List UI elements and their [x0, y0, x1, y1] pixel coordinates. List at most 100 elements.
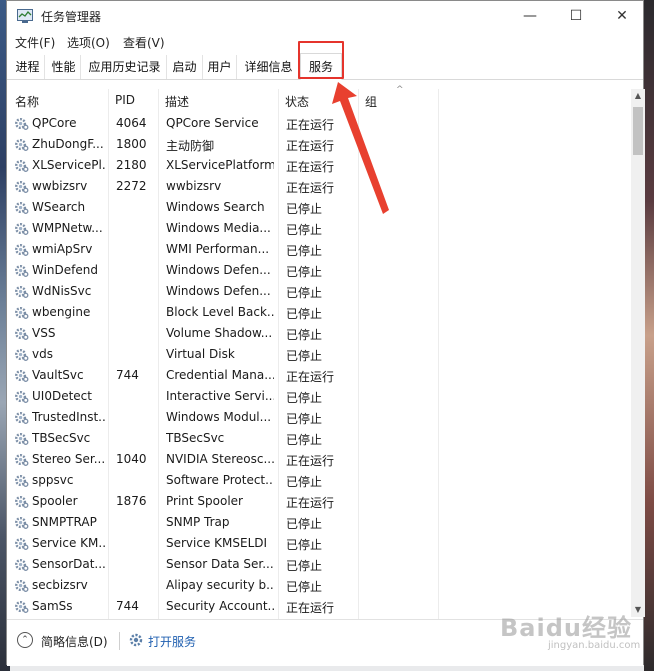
- service-description: Block Level Back...: [166, 305, 274, 319]
- scroll-down-icon[interactable]: ▼: [631, 603, 645, 617]
- service-name: UI0Detect: [32, 389, 92, 403]
- service-description: Security Account...: [166, 599, 274, 613]
- service-description: NVIDIA Stereosc...: [166, 452, 274, 466]
- service-description: WMI Performan...: [166, 242, 270, 256]
- tab-details[interactable]: 详细信息: [239, 55, 299, 79]
- service-gear-icon: [15, 180, 29, 193]
- service-gear-icon: [15, 558, 29, 571]
- service-row[interactable]: VaultSvc 744 Credential Mana... 正在运行: [7, 365, 631, 386]
- service-name: TBSecSvc: [32, 431, 91, 445]
- service-description: Credential Mana...: [166, 368, 274, 382]
- service-row[interactable]: SensorDat... Sensor Data Ser... 已停止: [7, 554, 631, 575]
- service-name: Service KM...: [32, 536, 106, 550]
- service-description: Sensor Data Ser...: [166, 557, 274, 571]
- service-status: 已停止: [286, 202, 323, 216]
- service-name: WMPNetw...: [32, 221, 103, 235]
- service-row[interactable]: VSS Volume Shadow... 已停止: [7, 323, 631, 344]
- service-row[interactable]: QPCore 4064 QPCore Service 正在运行: [7, 113, 631, 134]
- service-status: 已停止: [286, 223, 323, 237]
- service-name: WdNisSvc: [32, 284, 92, 298]
- scroll-up-icon[interactable]: ▲: [631, 89, 645, 103]
- service-row[interactable]: Stereo Ser... 1040 NVIDIA Stereosc... 正在运行: [7, 449, 631, 470]
- service-row[interactable]: WinDefend Windows Defen... 已停止: [7, 260, 631, 281]
- service-status: 已停止: [286, 580, 323, 594]
- tab-startup[interactable]: 启动: [167, 55, 203, 79]
- service-description: wwbizsrv: [166, 179, 222, 193]
- service-description: Print Spooler: [166, 494, 243, 508]
- service-description: XLServicePlatform: [166, 158, 274, 172]
- service-status: 已停止: [286, 475, 323, 489]
- service-description: Windows Media...: [166, 221, 271, 235]
- service-row[interactable]: vds Virtual Disk 已停止: [7, 344, 631, 365]
- tab-users[interactable]: 用户: [203, 55, 237, 79]
- service-row[interactable]: Spooler 1876 Print Spooler 正在运行: [7, 491, 631, 512]
- close-button[interactable]: ✕: [599, 1, 645, 31]
- vertical-scrollbar[interactable]: ▲ ▼: [631, 89, 645, 617]
- tab-processes[interactable]: 进程: [11, 55, 45, 79]
- service-row[interactable]: TrustedInst... Windows Modul... 已停止: [7, 407, 631, 428]
- service-row[interactable]: wmiApSrv WMI Performan... 已停止: [7, 239, 631, 260]
- column-pid[interactable]: PID: [115, 93, 135, 107]
- service-name: secbizsrv: [32, 578, 88, 592]
- service-row[interactable]: UI0Detect Interactive Servi... 已停止: [7, 386, 631, 407]
- service-row[interactable]: secbizsrv Alipay security b... 已停止: [7, 575, 631, 596]
- service-pid: 744: [116, 599, 139, 613]
- footer-divider: [119, 632, 120, 650]
- menu-options[interactable]: 选项(O): [67, 34, 110, 51]
- service-gear-icon: [15, 201, 29, 214]
- service-row[interactable]: WdNisSvc Windows Defen... 已停止: [7, 281, 631, 302]
- service-row[interactable]: ZhuDongF... 1800 主动防御 正在运行: [7, 134, 631, 155]
- maximize-button[interactable]: ☐: [553, 1, 599, 31]
- service-pid: 1800: [116, 137, 147, 151]
- service-row[interactable]: XLServicePl... 2180 XLServicePlatform 正在运行: [7, 155, 631, 176]
- service-name: TrustedInst...: [32, 410, 106, 424]
- baidu-watermark: Baidu经验: [500, 614, 632, 642]
- service-gear-icon: [15, 390, 29, 403]
- service-status: 已停止: [286, 265, 323, 279]
- service-row[interactable]: TBSecSvc TBSecSvc 已停止: [7, 428, 631, 449]
- tab-app-history[interactable]: 应用历史记录: [83, 55, 167, 79]
- service-status: 正在运行: [286, 454, 335, 468]
- service-row[interactable]: Service KM... Service KMSELDI 已停止: [7, 533, 631, 554]
- service-description: Software Protect...: [166, 473, 274, 487]
- minimize-button[interactable]: —: [507, 1, 553, 31]
- open-services-link[interactable]: 打开服务: [148, 633, 196, 650]
- window-title: 任务管理器: [41, 10, 102, 24]
- service-pid: 1876: [116, 494, 147, 508]
- service-pid: 744: [116, 368, 139, 382]
- service-description: Windows Search: [166, 200, 265, 214]
- column-group[interactable]: 组: [365, 93, 377, 110]
- service-gear-icon: [15, 327, 29, 340]
- service-description: Alipay security b...: [166, 578, 274, 592]
- service-row[interactable]: WMPNetw... Windows Media... 已停止: [7, 218, 631, 239]
- column-name[interactable]: 名称: [15, 93, 39, 110]
- service-name: wmiApSrv: [32, 242, 93, 256]
- service-status: 正在运行: [286, 601, 335, 615]
- menu-view[interactable]: 查看(V): [123, 34, 165, 51]
- sort-up-icon: ^: [396, 85, 404, 95]
- fewer-details-link[interactable]: 简略信息(D): [41, 633, 108, 650]
- service-name: vds: [32, 347, 53, 361]
- service-gear-icon: [15, 411, 29, 424]
- service-gear-icon: [15, 222, 29, 235]
- service-status: 已停止: [286, 349, 323, 363]
- services-gear-icon[interactable]: [128, 632, 144, 648]
- service-row[interactable]: wwbizsrv 2272 wwbizsrv 正在运行: [7, 176, 631, 197]
- service-row[interactable]: WSearch Windows Search 已停止: [7, 197, 631, 218]
- service-gear-icon: [15, 369, 29, 382]
- service-name: sppsvc: [32, 473, 74, 487]
- service-row[interactable]: wbengine Block Level Back... 已停止: [7, 302, 631, 323]
- service-row[interactable]: SNMPTRAP SNMP Trap 已停止: [7, 512, 631, 533]
- service-status: 正在运行: [286, 118, 335, 132]
- column-description[interactable]: 描述: [165, 93, 189, 110]
- service-row[interactable]: sppsvc Software Protect... 已停止: [7, 470, 631, 491]
- tab-performance[interactable]: 性能: [47, 55, 81, 79]
- service-status: 已停止: [286, 538, 323, 552]
- chevron-up-circle-icon[interactable]: ⌃: [17, 632, 33, 648]
- service-description: Virtual Disk: [166, 347, 235, 361]
- scrollbar-thumb[interactable]: [633, 107, 643, 155]
- column-status[interactable]: 状态: [285, 93, 309, 110]
- menu-file[interactable]: 文件(F): [15, 34, 55, 51]
- service-status: 已停止: [286, 328, 323, 342]
- service-pid: 2180: [116, 158, 147, 172]
